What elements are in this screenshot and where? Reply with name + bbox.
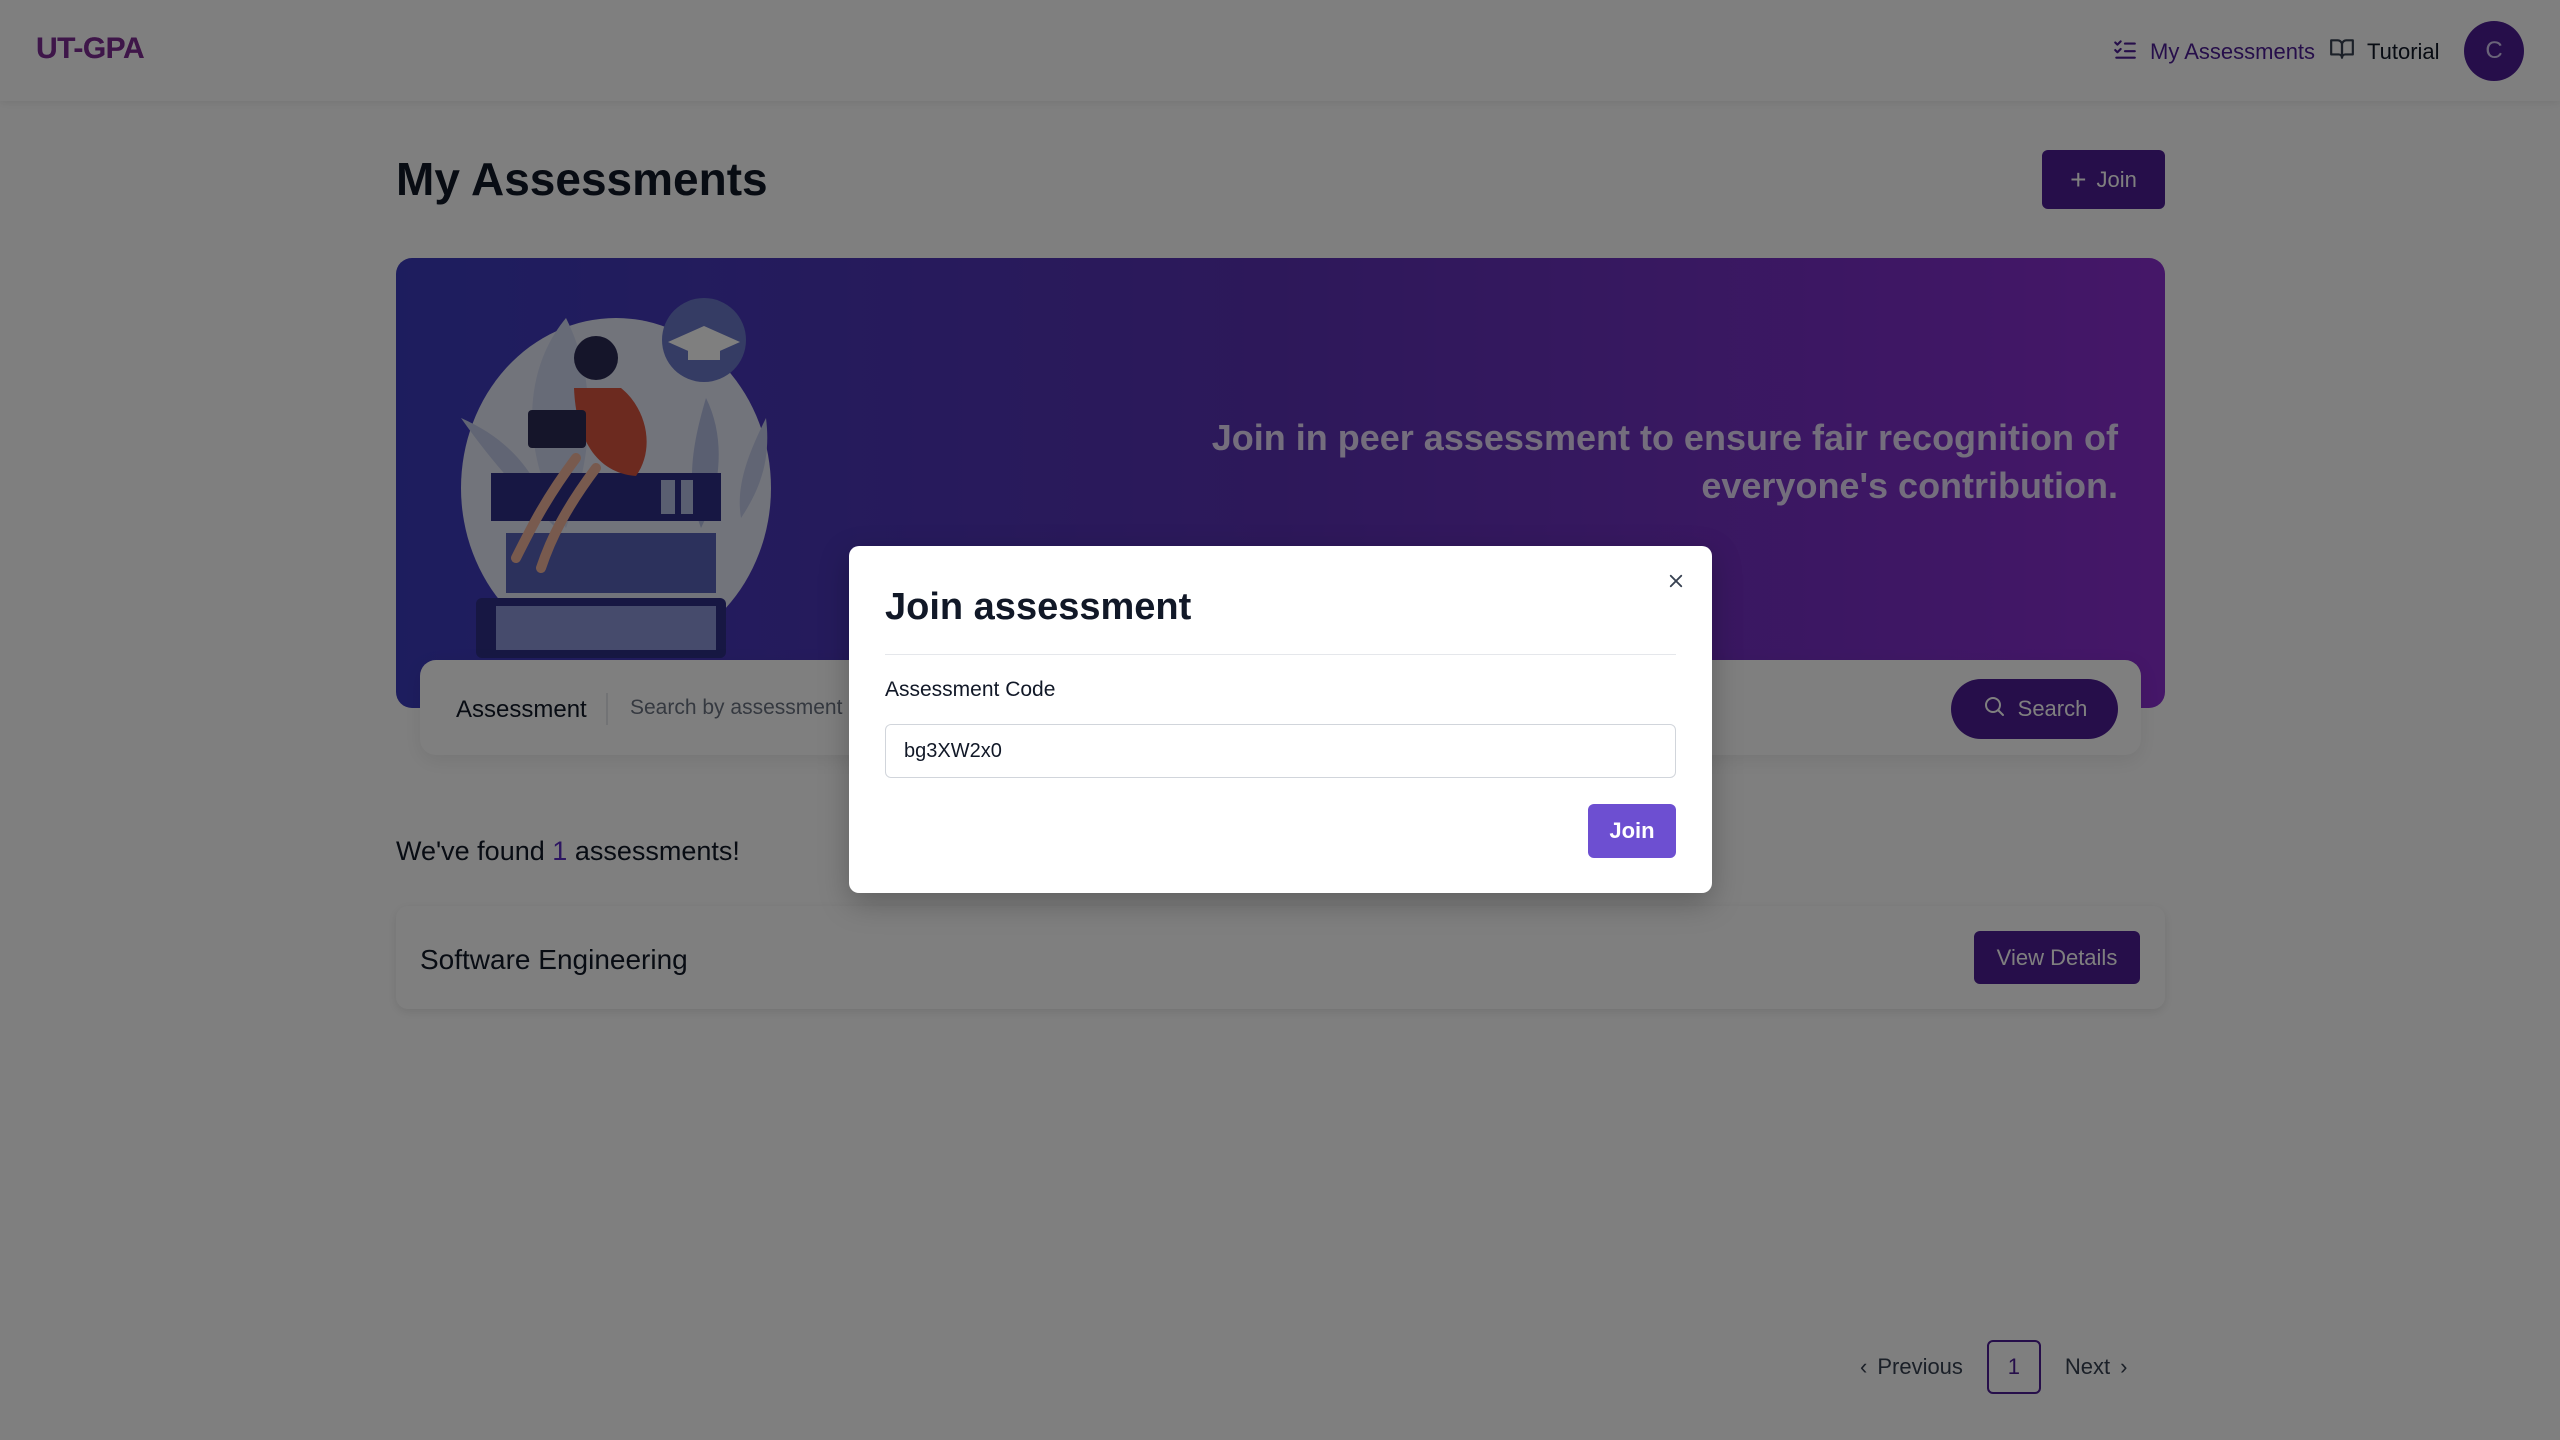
close-icon — [1667, 572, 1685, 595]
modal-divider — [885, 654, 1676, 655]
modal-title: Join assessment — [885, 586, 1192, 628]
modal-join-button[interactable]: Join — [1588, 804, 1676, 858]
assessment-code-input[interactable] — [885, 724, 1676, 778]
join-assessment-modal: Join assessment Assessment Code Join — [849, 546, 1712, 893]
close-button[interactable] — [1661, 568, 1691, 598]
assessment-code-label: Assessment Code — [885, 678, 1056, 701]
